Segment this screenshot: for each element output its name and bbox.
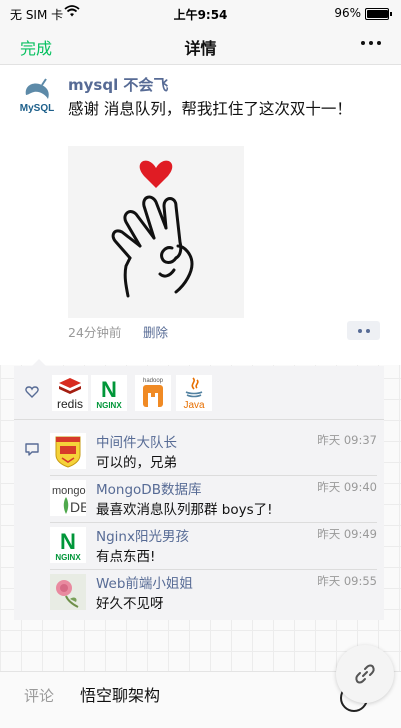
floating-link-button[interactable] xyxy=(336,645,394,703)
page-title: 详情 xyxy=(184,39,217,58)
comment-item[interactable]: 中间件大队长 昨天 09:37 可以的，兄弟 xyxy=(50,429,377,476)
commenter-avatar[interactable]: mongo DB xyxy=(50,480,86,516)
mysql-logo-text: MySQL xyxy=(20,103,54,114)
comment-time: 昨天 09:55 xyxy=(317,574,377,588)
heart-outline-icon xyxy=(25,386,39,398)
commenter-name[interactable]: 中间件大队长 xyxy=(96,431,177,451)
commenter-name[interactable]: MongoDB数据库 xyxy=(96,478,201,498)
java-logo-text: Java xyxy=(183,400,205,411)
commenter-name[interactable]: Nginx阳光男孩 xyxy=(96,525,189,545)
battery-icon xyxy=(365,8,392,20)
author-avatar[interactable]: MySQL xyxy=(14,73,60,119)
finger-heart-image[interactable] xyxy=(68,146,244,318)
hadoop-logo-text: hadoop xyxy=(143,378,164,384)
comment-text: 好久不见呀 xyxy=(96,596,164,612)
commenter-avatar[interactable] xyxy=(50,433,86,469)
comment-text: 有点东西! xyxy=(96,549,156,565)
comment-time: 昨天 09:37 xyxy=(317,433,377,447)
comment-time: 昨天 09:49 xyxy=(317,527,377,541)
svg-text:DB: DB xyxy=(70,499,86,515)
comment-item[interactable]: Web前端小姐姐 昨天 09:55 好久不见呀 xyxy=(50,570,377,616)
comment-time: 昨天 09:40 xyxy=(317,480,377,494)
link-icon xyxy=(355,664,375,684)
comment-label: 评论 xyxy=(24,687,55,705)
post-time: 24分钟前 xyxy=(68,325,122,340)
commenter-avatar[interactable]: N NGINX xyxy=(50,527,86,563)
svg-text:N: N xyxy=(60,529,76,554)
svg-text:mongo: mongo xyxy=(52,485,86,497)
liker-avatar-hadoop[interactable]: hadoop xyxy=(135,375,171,411)
comment-bubble-icon xyxy=(25,443,39,456)
more-options-button[interactable] xyxy=(361,41,381,45)
comment-text: 可以的，兄弟 xyxy=(96,455,177,471)
commenter-avatar[interactable] xyxy=(50,574,86,610)
nav-bar: 完成 详情 xyxy=(0,26,401,65)
comment-item[interactable]: mongo DB MongoDB数据库 昨天 09:40 最喜欢消息队列那群 b… xyxy=(50,476,377,523)
liker-avatar-java[interactable]: Java xyxy=(176,375,212,411)
redis-logo-text: redis xyxy=(57,397,83,411)
post-author[interactable]: mysql 不会飞 xyxy=(68,74,168,95)
interaction-panel: redis N NGINX hadoop Java 中间件大队长 昨天 09:3… xyxy=(14,359,384,620)
likes-row: redis N NGINX hadoop Java xyxy=(14,366,384,420)
delete-link[interactable]: 删除 xyxy=(143,322,168,341)
comment-input[interactable] xyxy=(80,684,330,703)
comment-text: 最喜欢消息队列那群 boys了! xyxy=(96,502,273,518)
liker-avatar-redis[interactable]: redis xyxy=(52,375,88,411)
like-comment-menu-button[interactable] xyxy=(347,321,380,340)
status-bar: 无 SIM 卡 上午9:54 96% xyxy=(0,0,401,26)
post-text: 感谢 消息队列，帮我扛住了这次双十一！ xyxy=(68,100,352,118)
svg-text:N: N xyxy=(101,377,117,402)
svg-text:NGINX: NGINX xyxy=(55,553,81,562)
comment-item[interactable]: N NGINX Nginx阳光男孩 昨天 09:49 有点东西! xyxy=(50,523,377,570)
liker-avatar-nginx[interactable]: N NGINX xyxy=(91,375,127,411)
battery-percent: 96% xyxy=(334,6,361,20)
moment-post: MySQL mysql 不会飞 感谢 消息队列，帮我扛住了这次双十一！ 24分钟… xyxy=(0,65,401,365)
commenter-name[interactable]: Web前端小姐姐 xyxy=(96,572,193,592)
nginx-logo-text: NGINX xyxy=(96,401,122,410)
